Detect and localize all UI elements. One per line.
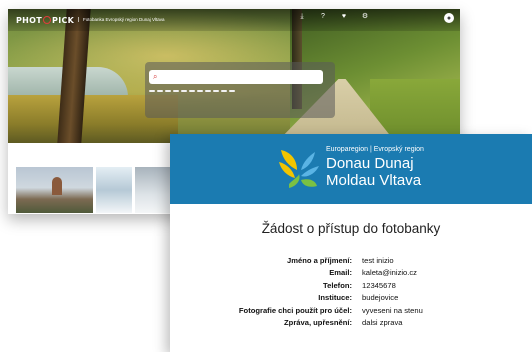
region-emblem-icon (279, 150, 319, 188)
tag-list (149, 90, 327, 92)
search-input[interactable]: ⌕ (149, 70, 323, 84)
field-value: kaleta@inizio.cz (362, 268, 417, 278)
tag-chip[interactable] (221, 90, 227, 92)
region-title-line2: Moldau Vltava (326, 172, 422, 189)
site-tagline: Fotobanka Evropský region Dunaj Vltava (78, 17, 165, 22)
field-value: dalsi zprava (362, 318, 403, 328)
field-row-institution: Instituce: budejovice (170, 292, 532, 305)
search-icon: ⌕ (153, 72, 158, 81)
logo-text-right: PICK (52, 15, 75, 25)
request-details: Jméno a příjmení: test inizio Email: kal… (170, 254, 532, 329)
download-icon: ⤓ (300, 13, 304, 20)
tag-chip[interactable] (157, 90, 163, 92)
region-title-line1: Donau Dunaj (326, 155, 414, 172)
photo-thumbnails (16, 167, 171, 213)
field-label: Fotografie chci použít pro účel: (238, 305, 352, 315)
top-nav-icons: ⤓ ? ♥ ⚙ (296, 13, 371, 21)
tag-chip[interactable] (149, 90, 155, 92)
nav-download[interactable]: ⤓ (296, 13, 308, 21)
avatar[interactable]: ● (444, 13, 454, 23)
help-icon: ? (321, 13, 325, 20)
site-topbar: PHOT PICK Fotobanka Evropský region Duna… (8, 9, 460, 31)
field-row-purpose: Fotografie chci použít pro účel: vyvesen… (170, 304, 532, 317)
logo-ring-icon (43, 16, 52, 24)
heart-icon: ♥ (341, 13, 347, 20)
search-panel: ⌕ (145, 62, 335, 118)
field-value: test inizio (362, 255, 394, 265)
photopick-logo[interactable]: PHOT PICK (16, 15, 74, 25)
photo-thumbnail[interactable] (96, 167, 132, 213)
nav-favorites[interactable]: ♥ (338, 13, 350, 21)
tag-chip[interactable] (229, 90, 235, 92)
tag-chip[interactable] (189, 90, 195, 92)
field-value: 12345678 (362, 280, 396, 290)
access-request-document: Europaregion | Evropský region Donau Dun… (170, 134, 532, 352)
photo-thumbnail[interactable] (16, 167, 93, 213)
tag-chip[interactable] (205, 90, 211, 92)
field-value: vyveseni na stenu (362, 305, 423, 315)
field-label: Instituce: (318, 293, 352, 303)
field-row-message: Zpráva, upřesnění: dalsi zprava (170, 317, 532, 330)
nav-help[interactable]: ? (317, 13, 329, 21)
field-label: Zpráva, upřesnění: (284, 318, 352, 328)
document-header: Europaregion | Evropský region Donau Dun… (170, 134, 532, 204)
photo-thumbnail[interactable] (135, 167, 171, 213)
user-menu[interactable]: ● (441, 13, 454, 23)
field-row-email: Email: kaleta@inizio.cz (170, 267, 532, 280)
field-label: Email: (329, 268, 352, 278)
document-title: Žádost o přístup do fotobanky (261, 221, 441, 236)
logo-text-left: PHOT (16, 15, 43, 25)
field-label: Telefon: (323, 280, 352, 290)
field-row-name: Jméno a příjmení: test inizio (170, 254, 532, 267)
user-icon: ● (446, 14, 452, 22)
field-label: Jméno a příjmení: (287, 255, 352, 265)
tag-chip[interactable] (173, 90, 179, 92)
tag-chip[interactable] (165, 90, 171, 92)
region-title: Donau Dunaj Moldau Vltava (326, 155, 421, 189)
region-subtitle: Europaregion | Evropský region (326, 146, 424, 153)
nav-settings[interactable]: ⚙ (359, 13, 371, 21)
tag-chip[interactable] (213, 90, 219, 92)
tag-chip[interactable] (181, 90, 187, 92)
field-value: budejovice (362, 293, 399, 303)
gear-icon: ⚙ (361, 13, 369, 20)
tag-chip[interactable] (197, 90, 203, 92)
field-row-phone: Telefon: 12345678 (170, 279, 532, 292)
